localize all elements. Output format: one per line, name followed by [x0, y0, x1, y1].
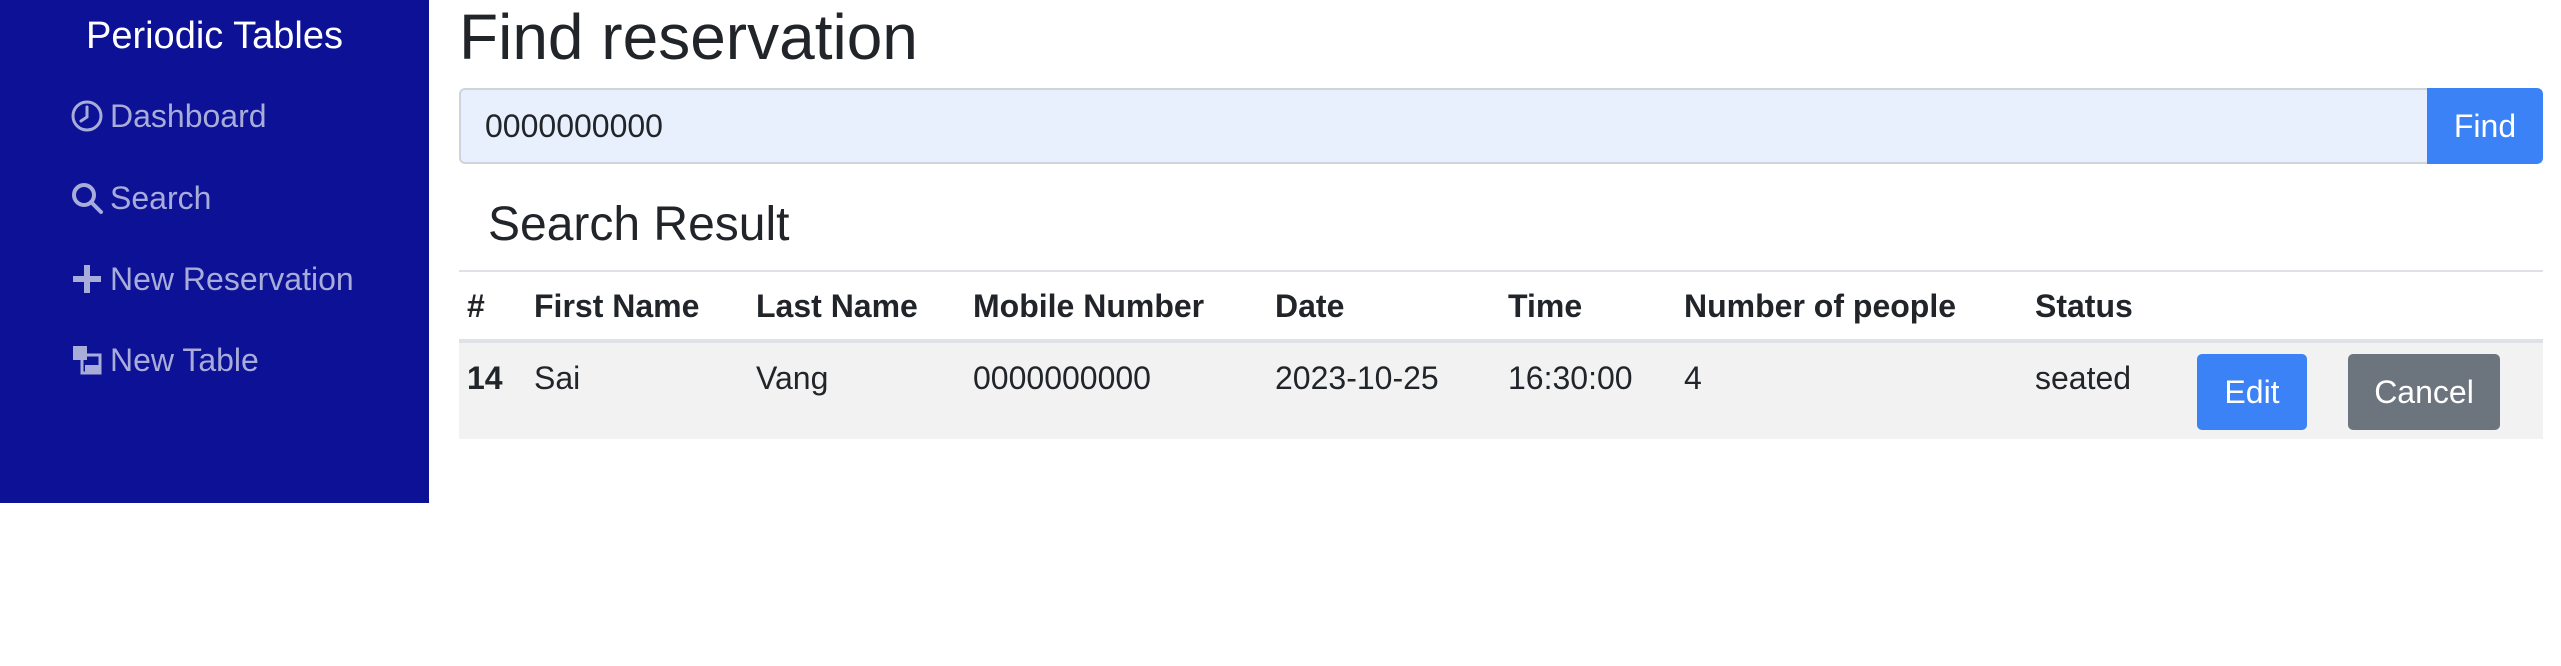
- sidebar-item-search[interactable]: Search: [70, 178, 211, 218]
- column-header: Last Name: [756, 288, 918, 324]
- column-header: Number of people: [1684, 288, 1957, 324]
- layers-icon: [70, 343, 104, 377]
- page-title: Find reservation: [459, 1, 918, 73]
- cell-mobile: 0000000000: [973, 360, 1151, 396]
- dashboard-icon: [70, 99, 104, 133]
- search-icon: [70, 181, 104, 215]
- plus-icon: [70, 262, 104, 296]
- divider: [459, 270, 2543, 272]
- cell-id: 14: [467, 360, 503, 396]
- column-header: Status: [2035, 288, 2133, 324]
- cell-first-name: Sai: [534, 360, 581, 396]
- sidebar-item-label: New Reservation: [110, 261, 354, 297]
- cell-status: seated: [2035, 360, 2132, 396]
- sidebar: Periodic Tables Dashboard Search New Res…: [0, 0, 429, 503]
- column-header: #: [467, 288, 485, 324]
- sidebar-item-dashboard[interactable]: Dashboard: [70, 96, 267, 136]
- cell-time: 16:30:00: [1508, 360, 1633, 396]
- edit-button[interactable]: Edit: [2197, 354, 2307, 430]
- cell-people: 4: [1684, 360, 1702, 396]
- cancel-button[interactable]: Cancel: [2348, 354, 2500, 430]
- search-result-heading: Search Result: [488, 198, 790, 251]
- column-header: Time: [1508, 288, 1583, 324]
- sidebar-item-label: Search: [110, 180, 212, 216]
- find-button[interactable]: Find: [2427, 88, 2543, 164]
- brand-title[interactable]: Periodic Tables: [0, 10, 429, 62]
- column-header: Mobile Number: [973, 288, 1205, 324]
- column-header: First Name: [534, 288, 700, 324]
- cell-date: 2023-10-25: [1275, 360, 1439, 396]
- sidebar-item-new-reservation[interactable]: New Reservation: [70, 259, 354, 299]
- cell-last-name: Vang: [756, 360, 829, 396]
- table-row: 14 Sai Vang 0000000000 2023-10-25 16:30:…: [459, 343, 2543, 439]
- sidebar-item-label: New Table: [110, 342, 259, 378]
- column-header: Date: [1275, 288, 1345, 324]
- search-input[interactable]: [459, 88, 2429, 164]
- sidebar-item-label: Dashboard: [110, 98, 267, 134]
- table-header: # First Name Last Name Mobile Number Dat…: [459, 283, 2543, 339]
- sidebar-item-new-table[interactable]: New Table: [70, 340, 259, 380]
